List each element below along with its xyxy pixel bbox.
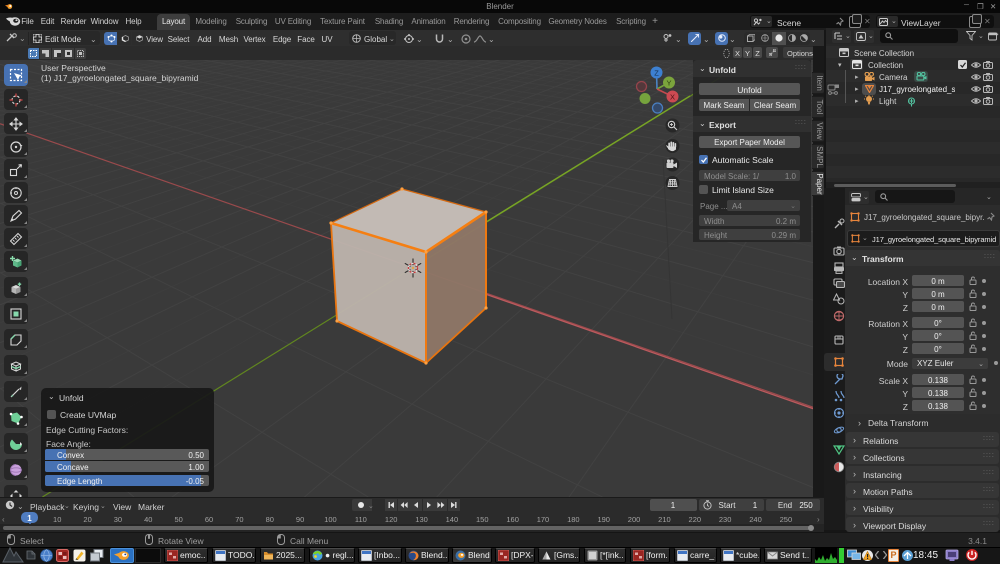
svg-text:Y: Y: [666, 78, 671, 87]
svg-text:Z: Z: [654, 68, 659, 77]
svg-text:X: X: [670, 92, 675, 101]
